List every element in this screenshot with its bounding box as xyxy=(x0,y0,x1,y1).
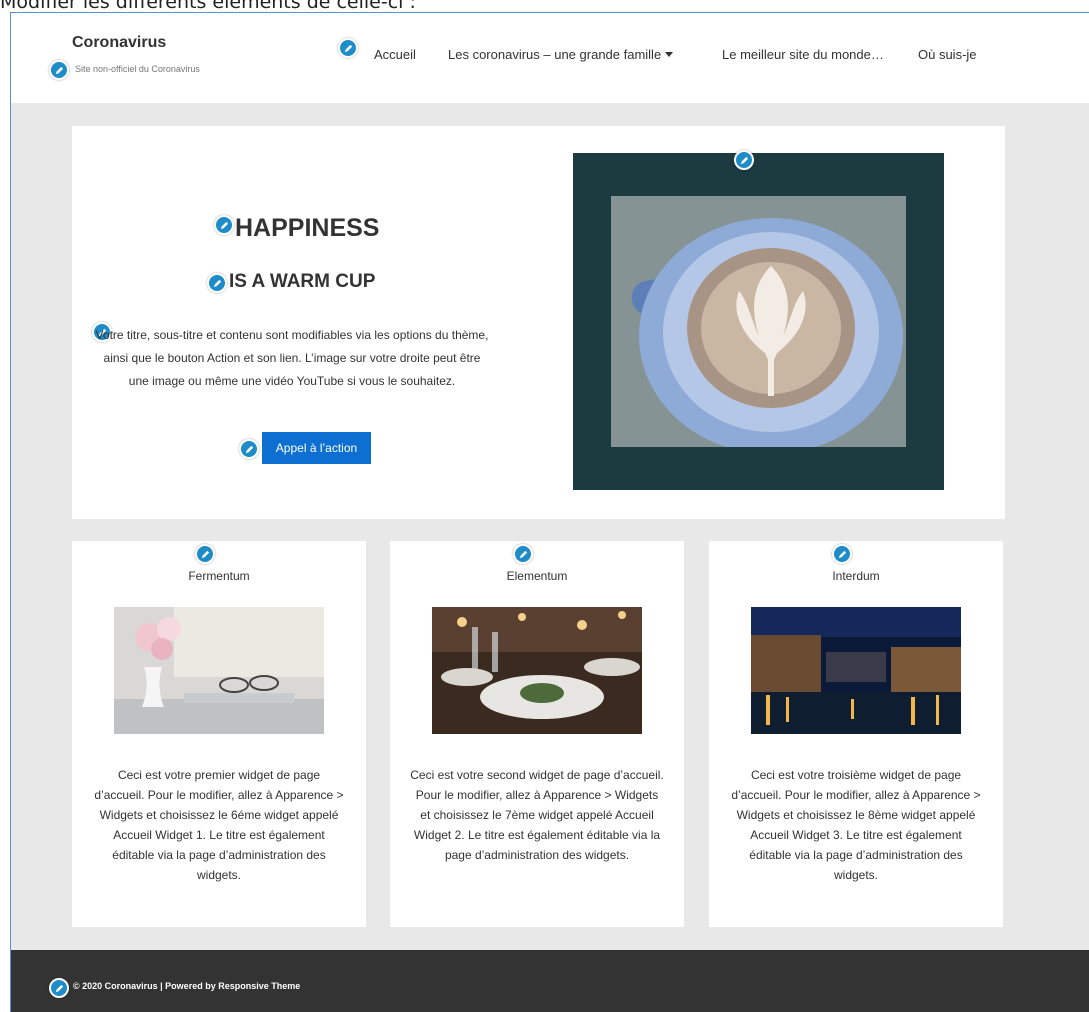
caret-down-icon xyxy=(665,52,674,57)
pencil-icon[interactable] xyxy=(832,544,852,564)
pencil-icon[interactable] xyxy=(49,978,69,998)
site-header: Coronavirus Site non-officiel du Coronav… xyxy=(11,13,1089,103)
flowers-glasses-image xyxy=(114,607,324,734)
pencil-icon[interactable] xyxy=(513,544,533,564)
site-footer: © 2020 Coronavirus | Powered by Responsi… xyxy=(11,950,1089,1012)
venice-night-image xyxy=(751,607,961,734)
widget-card: Elementum Ceci est votre second widget d… xyxy=(390,541,684,927)
pencil-icon[interactable] xyxy=(195,544,215,564)
pencil-icon[interactable] xyxy=(338,38,358,58)
call-to-action-button[interactable]: Appel à l’action xyxy=(262,432,371,464)
hero-image xyxy=(573,150,944,490)
pencil-icon[interactable] xyxy=(734,150,754,170)
hero-title: HAPPINESS xyxy=(235,214,380,242)
hero-subtitle: IS A WARM CUP xyxy=(229,271,376,292)
widget-title: Interdum xyxy=(832,569,880,583)
widget-title: Elementum xyxy=(506,569,568,583)
widget-text: Ceci est votre second widget de page d’a… xyxy=(410,768,664,862)
hero-description: Votre titre, sous-titre et contenu sont … xyxy=(95,328,489,388)
nav-item-accueil[interactable]: Accueil xyxy=(374,47,416,62)
widget-card: Fermentum Ceci est votre premier widget … xyxy=(72,541,366,927)
coffee-cup-image xyxy=(611,196,906,447)
widget-text: Ceci est votre premier widget de page d’… xyxy=(94,768,344,882)
pencil-icon[interactable] xyxy=(239,439,259,459)
nav-item-meilleur-site[interactable]: Le meilleur site du monde… xyxy=(722,47,884,62)
widget-text: Ceci est votre troisième widget de page … xyxy=(731,768,981,882)
widget-card: Interdum Ceci est votre troisième widget… xyxy=(709,541,1003,927)
nav-item-coronavirus-famille[interactable]: Les coronavirus – une grande famille xyxy=(448,47,674,62)
hero-section: HAPPINESS IS A WARM CUP Votre titre, sou… xyxy=(72,126,1005,519)
site-description[interactable]: Site non-officiel du Coronavirus xyxy=(75,64,200,74)
pencil-icon[interactable] xyxy=(49,60,69,80)
site-title[interactable]: Coronavirus xyxy=(72,34,166,52)
nav-item-ou-suis-je[interactable]: Où suis-je xyxy=(918,47,977,62)
nav-item-label: Les coronavirus – une grande famille xyxy=(448,47,662,62)
preview-frame: Coronavirus Site non-officiel du Coronav… xyxy=(10,12,1089,1012)
footer-copyright: © 2020 Coronavirus | Powered by Responsi… xyxy=(73,981,301,991)
widget-title: Fermentum xyxy=(188,569,250,583)
restaurant-dinner-image xyxy=(432,607,642,734)
